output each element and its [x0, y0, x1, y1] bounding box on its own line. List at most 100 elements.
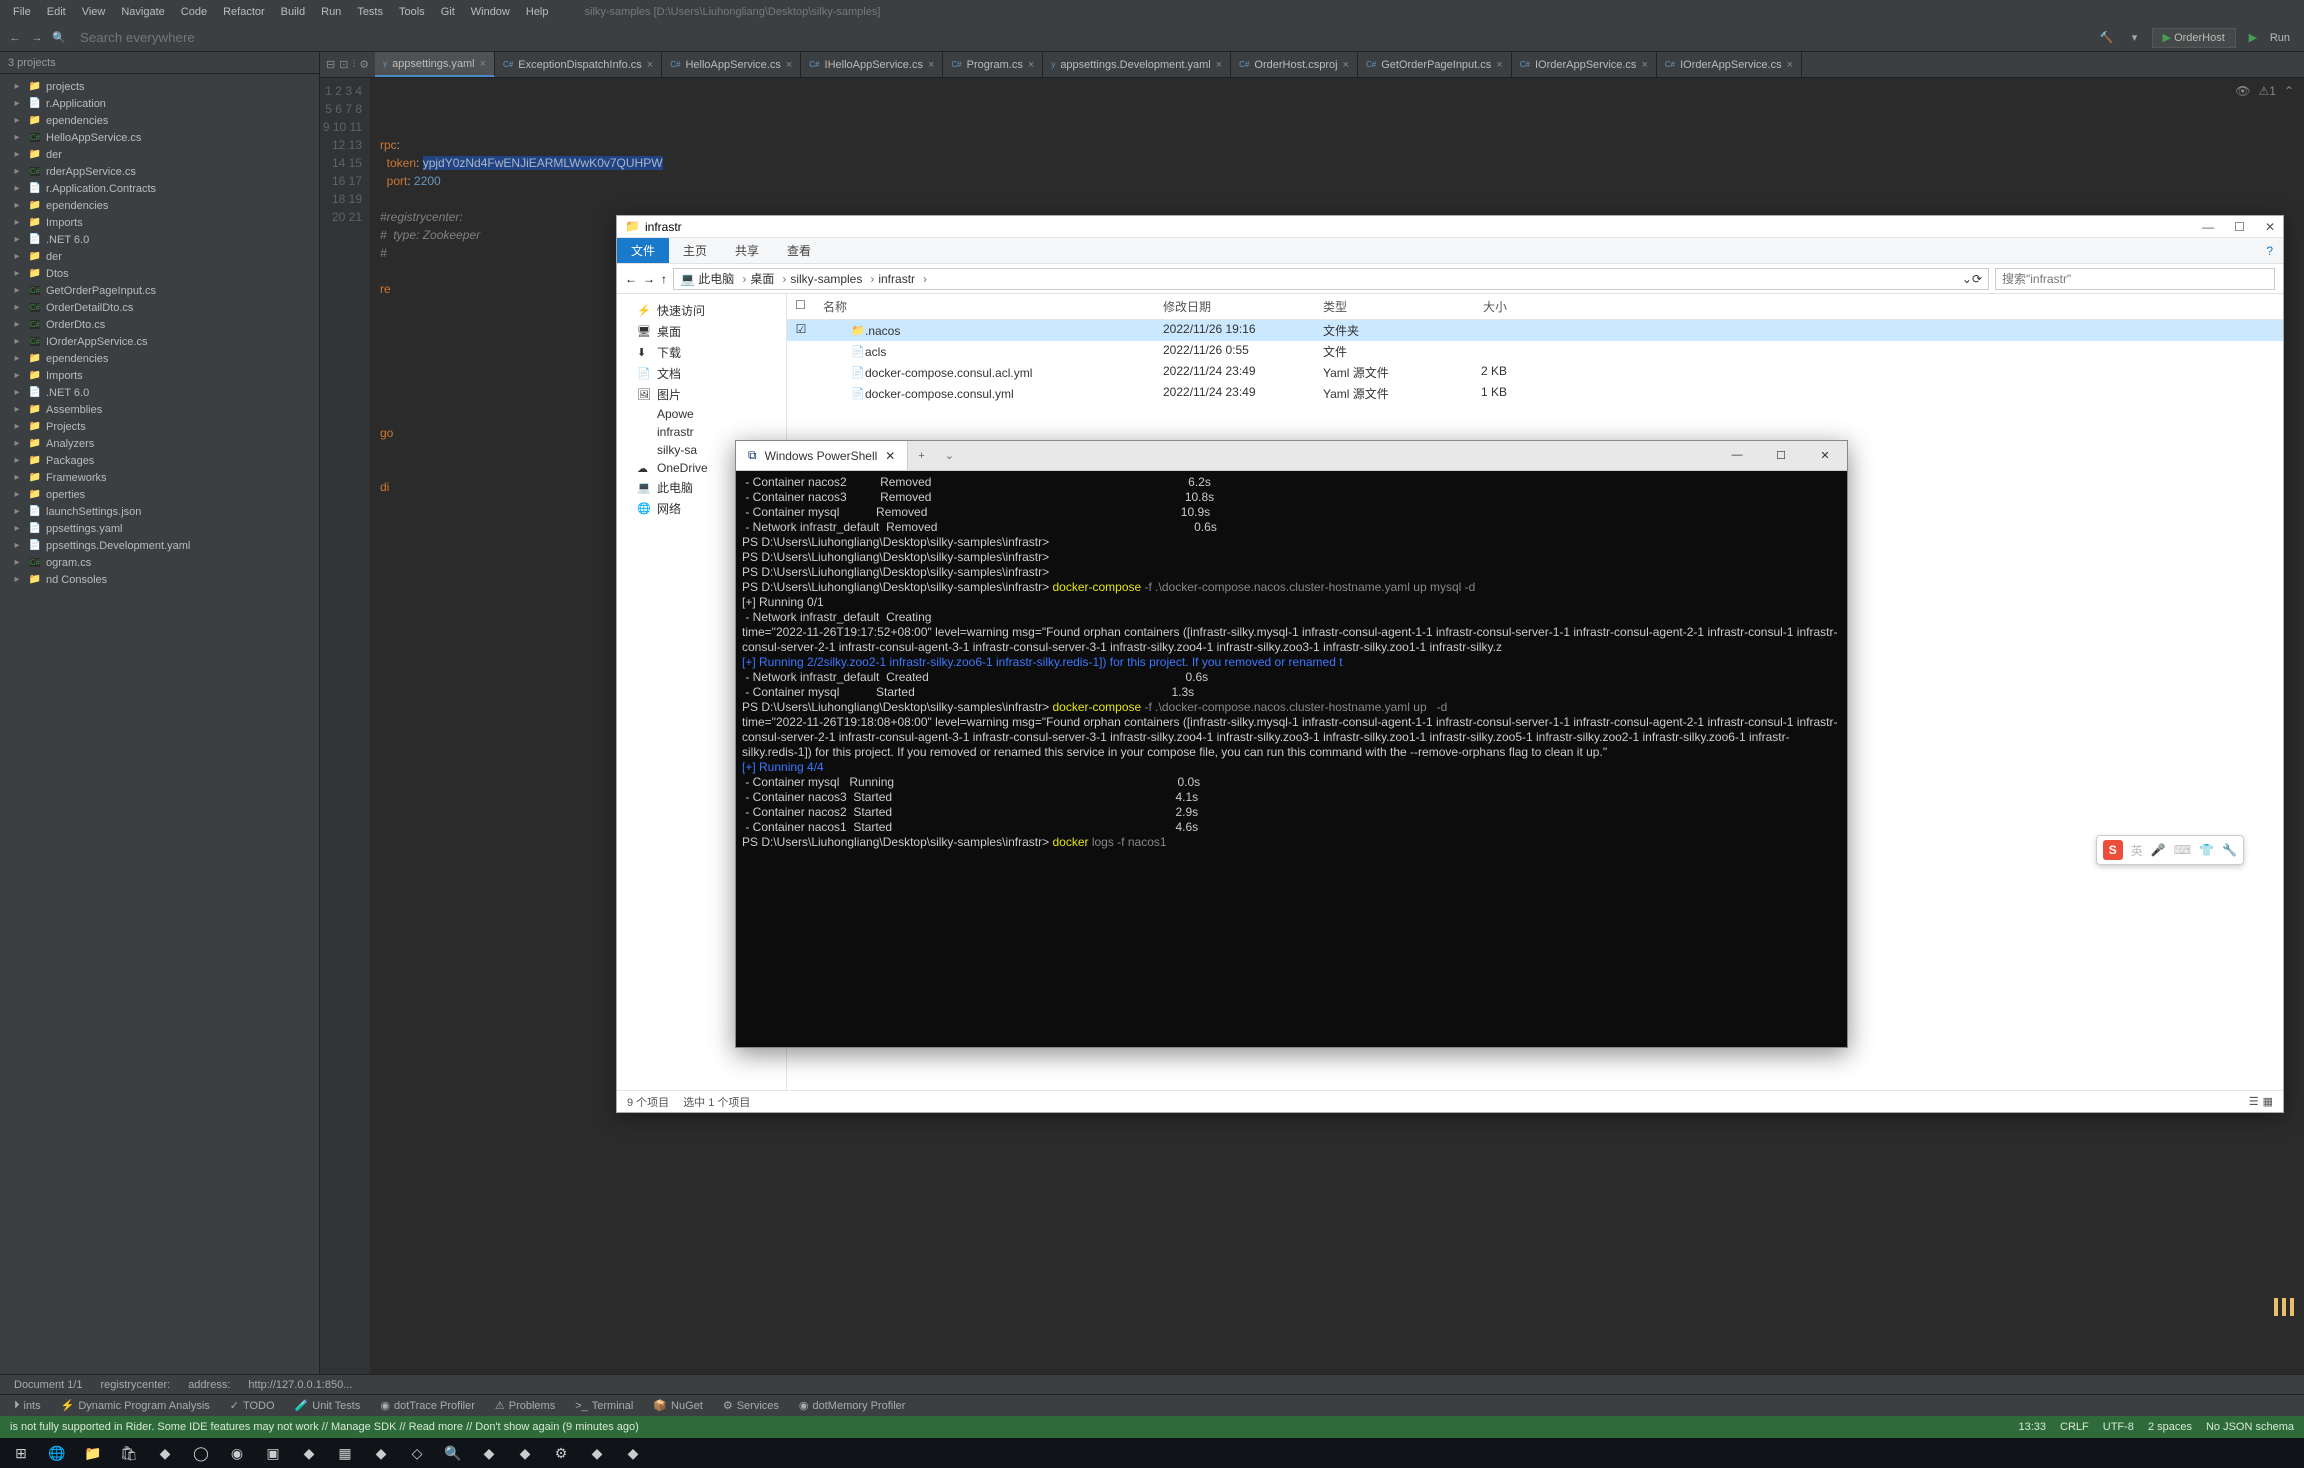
- explorer-titlebar[interactable]: 📁 infrastr — ☐ ✕: [617, 216, 2283, 238]
- tree-item[interactable]: OrderDetailDto.cs: [0, 299, 319, 316]
- tab-close-icon[interactable]: ×: [786, 59, 792, 71]
- navpane-item[interactable]: ⚡快速访问: [617, 300, 786, 321]
- tree-item[interactable]: Analyzers: [0, 435, 319, 452]
- toolstrip-item[interactable]: >_Terminal: [567, 1400, 641, 1412]
- search-icon[interactable]: 🔍: [48, 27, 70, 49]
- search-task-icon[interactable]: 🔍: [436, 1438, 470, 1468]
- tree-item[interactable]: der: [0, 248, 319, 265]
- toolstrip-item[interactable]: ⚡Dynamic Program Analysis: [53, 1399, 218, 1412]
- tree-item[interactable]: Packages: [0, 452, 319, 469]
- app5-icon[interactable]: ◆: [472, 1438, 506, 1468]
- editor-tab[interactable]: yappsettings.yaml×: [375, 52, 495, 77]
- file-row[interactable]: 📄docker-compose.consul.yml2022/11/24 23:…: [787, 383, 2283, 404]
- tree-item[interactable]: Projects: [0, 418, 319, 435]
- tree-item[interactable]: HelloAppService.cs: [0, 129, 319, 146]
- toolstrip-item[interactable]: ⚙Services: [715, 1399, 787, 1412]
- error-stripe[interactable]: [2274, 1298, 2294, 1316]
- tab-close-icon[interactable]: ×: [1787, 59, 1793, 71]
- app2-icon[interactable]: ◉: [220, 1438, 254, 1468]
- editor-tab[interactable]: C#GetOrderPageInput.cs×: [1358, 52, 1512, 77]
- tab-close-icon[interactable]: ×: [928, 59, 934, 71]
- ime-tool-icon[interactable]: 🔧: [2222, 843, 2237, 857]
- address-box[interactable]: 💻 此电脑 桌面 silky-samples infrastr ⌄ ⟳: [673, 268, 1989, 290]
- app8-icon[interactable]: ◆: [616, 1438, 650, 1468]
- tab-close-icon[interactable]: ×: [480, 58, 486, 70]
- editor-tab[interactable]: C#HelloAppService.cs×: [662, 52, 801, 77]
- ribbon-view[interactable]: 查看: [773, 238, 825, 263]
- menu-build[interactable]: Build: [274, 4, 312, 20]
- nav-forward-button[interactable]: →: [643, 272, 655, 286]
- new-tab-button[interactable]: +: [908, 450, 934, 462]
- breadcrumb-seg[interactable]: 此电脑: [698, 270, 750, 287]
- menu-edit[interactable]: Edit: [40, 4, 73, 20]
- vscode-icon[interactable]: ◇: [400, 1438, 434, 1468]
- ime-language[interactable]: 英: [2131, 842, 2143, 859]
- tree-item[interactable]: der: [0, 146, 319, 163]
- ps-maximize-icon[interactable]: ☐: [1759, 449, 1803, 462]
- tab-split-icon[interactable]: ⫶: [352, 58, 355, 71]
- run-config-combo[interactable]: ▶ OrderHost: [2152, 28, 2236, 48]
- tree-item[interactable]: ependencies: [0, 350, 319, 367]
- navpane-item[interactable]: 📄文档: [617, 363, 786, 384]
- editor-tab[interactable]: C#IOrderAppService.cs×: [1512, 52, 1657, 77]
- search-everywhere-input[interactable]: [74, 28, 263, 48]
- chrome-icon[interactable]: ◯: [184, 1438, 218, 1468]
- ribbon-home[interactable]: 主页: [669, 238, 721, 263]
- tree-item[interactable]: operties: [0, 486, 319, 503]
- toolstrip-item[interactable]: ⚠Problems: [487, 1399, 563, 1412]
- tab-close-icon[interactable]: ×: [1496, 59, 1502, 71]
- edge-icon[interactable]: 🌐: [40, 1438, 74, 1468]
- menu-view[interactable]: View: [75, 4, 113, 20]
- file-row[interactable]: 📄acls2022/11/26 0:55文件: [787, 341, 2283, 362]
- menu-code[interactable]: Code: [174, 4, 214, 20]
- breadcrumb-seg[interactable]: 桌面: [750, 270, 790, 287]
- tab-close-icon[interactable]: ×: [1028, 59, 1034, 71]
- view-details-icon[interactable]: ☰: [2249, 1095, 2259, 1108]
- toolstrip-item[interactable]: ◉dotTrace Profiler: [372, 1399, 483, 1412]
- tree-item[interactable]: nd Consoles: [0, 571, 319, 588]
- ps-close-icon[interactable]: ✕: [1803, 449, 1847, 462]
- tree-item[interactable]: OrderDto.cs: [0, 316, 319, 333]
- tree-item[interactable]: IOrderAppService.cs: [0, 333, 319, 350]
- tab-expand-icon[interactable]: ⊡: [339, 58, 348, 71]
- file-row[interactable]: ☑📁.nacos2022/11/26 19:16文件夹: [787, 320, 2283, 341]
- tree-item[interactable]: ppsettings.yaml: [0, 520, 319, 537]
- app6-icon[interactable]: ◆: [508, 1438, 542, 1468]
- col-type[interactable]: 类型: [1315, 294, 1435, 319]
- tree-item[interactable]: .NET 6.0: [0, 384, 319, 401]
- run-icon[interactable]: ▶: [2242, 27, 2264, 49]
- ime-skin-icon[interactable]: 👕: [2199, 843, 2214, 857]
- tree-item[interactable]: projects: [0, 78, 319, 95]
- toolstrip-item[interactable]: 📦NuGet: [645, 1399, 711, 1412]
- status-indent[interactable]: 2 spaces: [2148, 1421, 2192, 1433]
- tree-item[interactable]: launchSettings.json: [0, 503, 319, 520]
- toolstrip-item[interactable]: ✓TODO: [222, 1399, 283, 1412]
- tree-item[interactable]: ppsettings.Development.yaml: [0, 537, 319, 554]
- menu-help[interactable]: Help: [519, 4, 556, 20]
- nav-back-icon[interactable]: ←: [4, 27, 26, 49]
- tab-close-icon[interactable]: ×: [1216, 59, 1222, 71]
- settings-icon[interactable]: ⚙: [544, 1438, 578, 1468]
- view-tiles-icon[interactable]: ▦: [2263, 1095, 2273, 1108]
- file-row[interactable]: 📄docker-compose.consul.acl.yml2022/11/24…: [787, 362, 2283, 383]
- maximize-icon[interactable]: ☐: [2234, 220, 2245, 234]
- app3-icon[interactable]: ◆: [292, 1438, 326, 1468]
- tree-item[interactable]: ependencies: [0, 112, 319, 129]
- menu-tools[interactable]: Tools: [392, 4, 432, 20]
- tree-item[interactable]: r.Application.Contracts: [0, 180, 319, 197]
- nav-fwd-icon[interactable]: →: [26, 27, 48, 49]
- tab-gear-icon[interactable]: ⚙: [359, 58, 369, 71]
- menu-tests[interactable]: Tests: [350, 4, 390, 20]
- project-tree[interactable]: projectsr.ApplicationependenciesHelloApp…: [0, 74, 319, 1374]
- menu-git[interactable]: Git: [434, 4, 462, 20]
- tree-item[interactable]: Assemblies: [0, 401, 319, 418]
- explorer-icon[interactable]: 📁: [76, 1438, 110, 1468]
- chevron-icon[interactable]: ⌃: [2284, 82, 2294, 100]
- menu-navigate[interactable]: Navigate: [114, 4, 171, 20]
- hammer-icon[interactable]: 🔨: [2096, 27, 2118, 49]
- ime-toolbar[interactable]: S 英 🎤 ⌨ 👕 🔧: [2096, 835, 2244, 865]
- status-encoding[interactable]: UTF-8: [2103, 1421, 2134, 1433]
- list-header[interactable]: ☐ 名称 修改日期 类型 大小: [787, 294, 2283, 320]
- close-icon[interactable]: ✕: [2265, 220, 2275, 234]
- menu-refactor[interactable]: Refactor: [216, 4, 272, 20]
